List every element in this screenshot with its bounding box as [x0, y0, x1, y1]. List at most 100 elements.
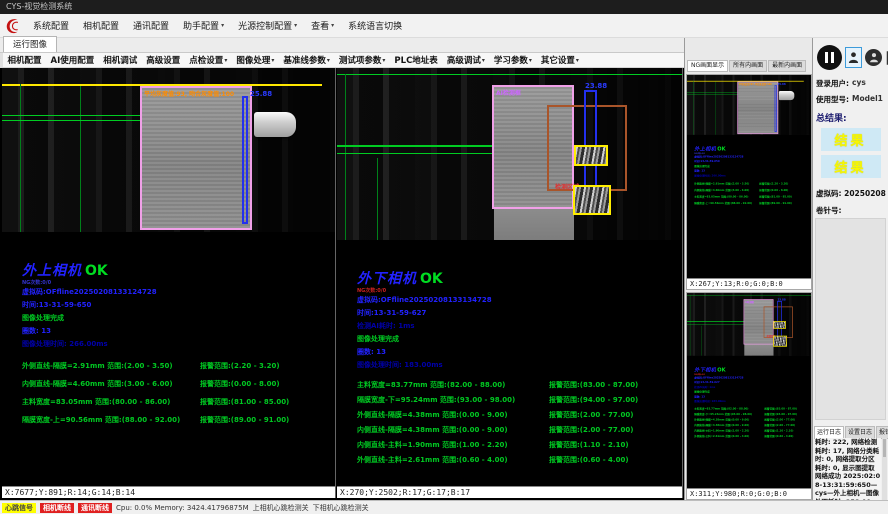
tool-other-settings[interactable]: 其它设置▾ [536, 54, 583, 66]
measure-line-blue [775, 85, 777, 132]
camera-view-upper[interactable]: 平均灰度值:93, 吻合灰度值:100 25.88 [2, 68, 335, 232]
virtual-code-line: 虚拟码:OFfline20250208133134728 [357, 294, 682, 307]
measure-row: 隔膜宽度-上=90.56mm 范围:(88.00 - 92.00)报警范围:(8… [694, 200, 812, 207]
status-ok: OK [420, 271, 443, 287]
log-scrollbar[interactable] [882, 438, 887, 500]
measure-row: 内侧直线-隔膜=4.60mm 范围:(3.00 - 6.00)报警范围:(0.0… [694, 187, 812, 194]
tab-run-image[interactable]: 运行图像 [3, 36, 57, 52]
user-switch-button[interactable] [865, 49, 882, 66]
result-box-upper: 结果 [821, 128, 881, 151]
tool-image-processing[interactable]: 图像处理▾ [232, 54, 279, 66]
model-value: Model1 [852, 94, 883, 105]
measure-row: 外侧直线-主料=2.61mm 范围:(0.60 - 4.00)报警范围:(0.6… [357, 453, 682, 468]
toolbar: 相机配置 AI使用配置 相机调试 高级设置 点检设置▾ 图像处理▾ 基准线参数▾… [0, 53, 684, 68]
status-ok: OK [717, 146, 725, 152]
process-time-line: 图像处理时间: 266.00ms [22, 338, 335, 351]
tool-advanced-debug[interactable]: 高级调试▾ [442, 54, 489, 66]
camera-view-upper[interactable]: 平均灰度值:93, 吻合灰度值:100 25.88 [687, 75, 812, 135]
window-titlebar: CYS-视觉检测系统 [0, 0, 888, 14]
measurements-lower: 主料宽度=83.77mm 范围:(82.00 - 88.00)报警范围:(83.… [694, 406, 812, 439]
preview-panel-lower[interactable]: AI检测框 检测区域 23.88 外下相机OK NG次数:0/0 虚拟码:OFf… [686, 292, 812, 500]
measure-row: 外侧直线-隔膜=2.91mm 范围:(2.00 - 3.50)报警范围:(2.2… [22, 357, 335, 375]
camera-panel-lower: AI检测框 检测区域 23.88 外下相机OK NG次数:0/0 虚拟码:OFf… [337, 68, 683, 498]
preview-column: NG画面显示 所有内画面 最新内画面 平均灰度值:93, 吻合灰度值:100 2… [684, 38, 812, 500]
menu-view[interactable]: 查看▾ [304, 16, 341, 35]
tool-learning-params[interactable]: 学习参数▾ [489, 54, 536, 66]
dropdown-arrow-icon: ▾ [224, 57, 227, 64]
tool-ai-usage-config[interactable]: AI使用配置 [46, 54, 99, 66]
menu-bar: 系统配置 相机配置 通讯配置 助手配置▾ 光源控制配置▾ 查看▾ 系统语言切换 [0, 14, 888, 38]
menu-language-switch[interactable]: 系统语言切换 [341, 16, 409, 35]
menu-light-config[interactable]: 光源控制配置▾ [231, 16, 304, 35]
result-box-lower: 结果 [821, 155, 881, 178]
tape-roi-box [574, 145, 608, 166]
app-window: CYS-视觉检测系统 系统配置 相机配置 通讯配置 助手配置▾ 光源控制配置▾ … [0, 0, 888, 522]
result-block-lower: 外下相机OK NG次数:0/0 虚拟码:OFfline2025020813313… [357, 268, 682, 468]
baseline-green-vertical [80, 86, 81, 232]
ai-roi-label: AI检测框 [745, 300, 754, 303]
loop-count-line: 圈数: 13 [22, 325, 335, 338]
login-user-label: 登录用户: [816, 78, 849, 89]
preview-tabs: NG画面显示 所有内画面 最新内画面 [687, 60, 806, 72]
inspection-roi-box: 平均灰度值:93, 吻合灰度值:100 [737, 82, 778, 135]
tool-baseline-params[interactable]: 基准线参数▾ [279, 54, 335, 66]
pixel-coordinate-bar: X:267;Y:13;R:0;G:0;B:0 [687, 278, 811, 289]
status-ok: OK [85, 263, 108, 279]
dropdown-arrow-icon: ▾ [382, 57, 385, 64]
tab-latest-frames[interactable]: 最新内画面 [768, 60, 806, 72]
measure-value-label: 23.88 [585, 82, 607, 90]
process-time-line: 图像处理时间: 183.00ms [357, 359, 682, 372]
measure-row: 主料宽度=83.05mm 范围:(80.00 - 86.00)报警范围:(81.… [22, 393, 335, 411]
tape-roi-box [573, 185, 611, 215]
measure-row: 主料宽度=83.77mm 范围:(82.00 - 88.00)报警范围:(83.… [357, 378, 682, 393]
menu-system-config[interactable]: 系统配置 [26, 16, 76, 35]
process-done-line: 图像处理完成 [22, 312, 335, 325]
lower-heartbeat-status: 下相机心跳检测关 [313, 503, 369, 513]
tool-advanced-settings[interactable]: 高级设置 [142, 54, 185, 66]
baseline-green-vertical [20, 84, 21, 232]
tab-ng-display[interactable]: NG画面显示 [687, 60, 728, 72]
measure-row: 隔膜宽度-下=95.24mm 范围:(93.00 - 98.00)报警范围:(9… [357, 393, 682, 408]
gray-value-label: 平均灰度值:93, 吻合灰度值:100 [144, 89, 234, 98]
measurements-upper: 外侧直线-隔膜=2.91mm 范围:(2.00 - 3.50)报警范围:(2.2… [694, 180, 812, 206]
window-title: CYS-视觉检测系统 [6, 2, 72, 11]
cpu-memory-status: Cpu: 0.0% Memory: 3424.41796875M [116, 504, 249, 512]
tool-camera-debug[interactable]: 相机调试 [99, 54, 142, 66]
upper-heartbeat-status: 上相机心跳检测关 [253, 503, 309, 513]
tool-plc-address[interactable]: PLC地址表 [390, 54, 442, 66]
tab-all-frames[interactable]: 所有内画面 [729, 60, 767, 72]
baseline-green-vertical [345, 74, 346, 240]
camera-title: 外上相机 [694, 146, 716, 152]
model-row: 使用型号: Model1 [813, 91, 888, 107]
measure-row: 外侧直线-隔膜=4.38mm 范围:(0.00 - 9.00)报警范围:(2.0… [357, 408, 682, 423]
menu-comm-config[interactable]: 通讯配置 [126, 16, 176, 35]
pixel-coordinate-bar: X:270;Y:2502;R:17;G:17;B:17 [337, 486, 682, 498]
tool-test-params[interactable]: 测试项参数▾ [334, 54, 390, 66]
user-login-button[interactable] [845, 47, 862, 68]
tool-spot-check[interactable]: 点检设置▾ [185, 54, 232, 66]
camera-offline-badge: 相机断线 [40, 503, 74, 513]
baseline-green-horizontal [337, 74, 682, 75]
tape-roi-box [773, 336, 787, 347]
preview-content-lower: AI检测框 检测区域 23.88 外下相机OK NG次数:0/0 虚拟码:OFf… [687, 293, 812, 439]
tool-camera-config[interactable]: 相机配置 [3, 54, 46, 66]
inspection-roi-box: 平均灰度值:93, 吻合灰度值:100 [140, 86, 252, 230]
virtual-code-line: 虚拟码:OFfline20250208133124728 [22, 286, 335, 299]
measure-row: 隔膜宽度-上=90.56mm 范围:(88.00 - 92.00)报警范围:(8… [22, 411, 335, 429]
pause-button[interactable] [817, 45, 842, 70]
login-user-row: 登录用户: cys [813, 75, 888, 91]
camera-view-lower[interactable]: AI检测框 检测区域 23.88 [337, 68, 682, 240]
menu-assistant-config[interactable]: 助手配置▾ [176, 16, 231, 35]
winding-pin-field: 卷针号: [813, 199, 888, 216]
camera-title: 外上相机 [22, 263, 82, 279]
time-line: 时间:13-31-59-627 [357, 307, 682, 320]
measure-row: 内侧直线-隔膜=4.38mm 范围:(0.00 - 9.00)报警范围:(2.0… [357, 423, 682, 438]
measure-line-blue [584, 90, 597, 198]
menu-camera-config[interactable]: 相机配置 [76, 16, 126, 35]
login-user-value: cys [852, 78, 866, 89]
camera-view-lower[interactable]: AI检测框 检测区域 23.88 [687, 293, 812, 356]
dropdown-arrow-icon: ▾ [327, 57, 330, 64]
preview-panel-upper[interactable]: 平均灰度值:93, 吻合灰度值:100 25.88 外上相机OK NG次数:0/… [686, 74, 812, 290]
roller-object [779, 91, 794, 100]
measure-value-label: 25.88 [250, 90, 272, 98]
